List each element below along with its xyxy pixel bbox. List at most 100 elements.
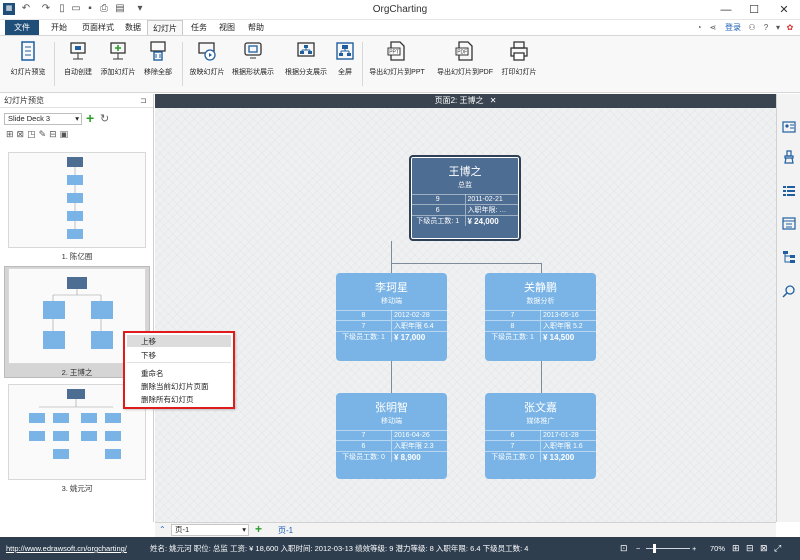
card-field: 2017-01-28: [540, 430, 596, 441]
panel-tool-icons[interactable]: ⊞⊠◳✎⊟▣: [6, 129, 71, 140]
org-card-root[interactable]: 王博之 总监 9 2011-02-21 6 入职年限: … 下级员工数: 1 ¥ 24…: [409, 155, 521, 241]
tab-file[interactable]: 文件: [5, 20, 39, 35]
minimize-button[interactable]: —: [712, 0, 740, 20]
refresh-icon[interactable]: ↻: [100, 112, 109, 125]
website-link[interactable]: http://www.edrawsoft.cn/orgcharting/: [6, 537, 127, 560]
fit-window-icon[interactable]: ⊟: [746, 537, 754, 560]
print-slides-button[interactable]: 打印幻灯片: [498, 40, 540, 77]
org-card-1[interactable]: 李珂星 移动端 8 2012-02-28 7 入职年限 6.4 下级员工数: 1 ¥ …: [336, 273, 447, 361]
zoom-out-icon[interactable]: −: [636, 537, 640, 560]
card-field: 6: [485, 430, 541, 441]
expand-icon[interactable]: ⤢: [774, 537, 781, 560]
tab-help[interactable]: 帮助: [242, 20, 270, 35]
tab-home[interactable]: 开始: [44, 20, 74, 35]
fit-width-icon[interactable]: ⊞: [732, 537, 740, 560]
export-ppt-icon: PPT: [387, 41, 405, 61]
add-icon[interactable]: +: [86, 110, 94, 126]
export-ppt-button[interactable]: PPT 导出幻灯片到PPT: [364, 40, 430, 77]
remove-all-button[interactable]: 移除全部: [138, 40, 178, 77]
card-field: 下级员工数: 0: [336, 451, 392, 462]
zoom-in-icon[interactable]: +: [692, 537, 696, 560]
share-icon[interactable]: ⋖: [706, 20, 720, 35]
user-icon[interactable]: ⚇: [744, 20, 760, 35]
slide-label-3: 3. 姚元河: [61, 484, 93, 493]
status-bar: http://www.edrawsoft.cn/orgcharting/ 姓名:…: [0, 537, 800, 560]
ribbon-divider: [54, 42, 55, 86]
fullscreen-button[interactable]: 全屏: [332, 40, 358, 77]
card-salary: ¥ 24,000: [465, 215, 519, 226]
list-icon[interactable]: [782, 184, 796, 198]
tab-page-style[interactable]: 页面样式: [76, 20, 120, 35]
show-by-shape-button[interactable]: 根据形状展示: [228, 40, 278, 77]
maximize-button[interactable]: ☐: [740, 0, 768, 20]
slide-preview-label: 幻灯片预览: [10, 69, 46, 76]
menu-item-rename[interactable]: 重命名: [141, 368, 164, 379]
help-icon[interactable]: ?: [760, 20, 772, 35]
ribbon-toolbar: 幻灯片预览 自动创建 添加幻灯片 移除全部 放映幻灯片 根据形状展示 根据分支展…: [0, 35, 800, 93]
auto-create-button[interactable]: 自动创建: [58, 40, 98, 77]
slide-preview-button[interactable]: 幻灯片预览: [6, 40, 50, 77]
slide-thumbnail-1[interactable]: [8, 152, 146, 248]
card-field: 下级员工数: 0: [485, 451, 541, 462]
add-page-icon[interactable]: +: [255, 522, 262, 536]
card-field: 入职年限 5.2: [540, 320, 596, 332]
notification-icon[interactable]: ◔: [692, 20, 706, 35]
search-icon[interactable]: [782, 284, 796, 298]
menu-divider: [127, 362, 231, 363]
ribbon-divider: [362, 42, 363, 86]
page-tab[interactable]: 页-1: [278, 525, 293, 536]
tab-task[interactable]: 任务: [186, 20, 212, 35]
export-pdf-button[interactable]: PDF 导出幻灯片到PDF: [432, 40, 498, 77]
profile-card-icon[interactable]: [782, 120, 796, 134]
tab-slides[interactable]: 幻灯片: [147, 20, 183, 36]
zoom-level[interactable]: 70%: [710, 537, 725, 560]
card-field: 入职年限: …: [465, 204, 519, 216]
connector-line: [391, 361, 392, 393]
dropdown-icon[interactable]: ▾: [772, 20, 784, 35]
connector-line: [391, 263, 392, 273]
full-page-icon[interactable]: ⊠: [760, 537, 768, 560]
remove-all-label: 移除全部: [144, 69, 172, 76]
tab-view[interactable]: 视图: [214, 20, 240, 35]
card-field: 9: [411, 194, 466, 205]
page-select[interactable]: 页-1 ▾: [171, 524, 249, 536]
title-bar: ▦ ↶ ↷ ▯ ▭ ▪ ⎙ ▤ ▾ OrgCharting — ☐ ✕: [0, 0, 800, 20]
pin-icon[interactable]: ⊐: [140, 94, 147, 108]
theme-icon[interactable]: ✿: [784, 20, 796, 35]
play-slides-button[interactable]: 放映幻灯片: [186, 40, 228, 77]
show-by-branch-button[interactable]: 根据分支展示: [280, 40, 332, 77]
menu-item-delete-current[interactable]: 删除当前幻灯片页面: [141, 381, 209, 392]
login-link[interactable]: 登录: [722, 20, 744, 35]
canvas-tab[interactable]: 页面2: 王博之 ✕: [155, 94, 776, 108]
fit-page-icon[interactable]: ⊡: [620, 537, 628, 560]
org-card-3[interactable]: 张明智 移动端 7 2016-04-26 6 入职年限 2.3 下级员工数: 0 ¥ …: [336, 393, 447, 479]
right-sidebar: [776, 94, 800, 522]
play-slides-label: 放映幻灯片: [189, 69, 225, 76]
app-title: OrgCharting: [372, 4, 428, 15]
hierarchy-icon[interactable]: [782, 250, 796, 264]
add-slide-icon: [110, 42, 126, 60]
drawing-canvas[interactable]: 王博之 总监 9 2011-02-21 6 入职年限: … 下级员工数: 1 ¥ 24…: [155, 108, 776, 522]
close-tab-icon[interactable]: ✕: [490, 96, 497, 105]
tab-data[interactable]: 数据: [120, 20, 146, 35]
add-slide-button[interactable]: 添加幻灯片: [98, 40, 138, 77]
calendar-icon[interactable]: [782, 216, 796, 230]
print-slides-label: 打印幻灯片: [501, 69, 537, 76]
card-field: 7: [485, 440, 541, 452]
deck-select[interactable]: Slide Deck 3 ▾: [4, 113, 82, 125]
menu-item-delete-all[interactable]: 删除所有幻灯页: [141, 394, 194, 405]
card-field: 6: [336, 440, 392, 452]
card-fields: 7 2013-05-16 8 入职年限 5.2 下级员工数: 1 ¥ 14,500: [485, 310, 596, 342]
auto-create-label: 自动创建: [64, 69, 92, 76]
brush-icon[interactable]: [782, 150, 796, 164]
chevron-up-icon[interactable]: ⌃: [159, 525, 166, 534]
export-pdf-label: 导出幻灯片到PDF: [437, 69, 493, 76]
menu-item-move-up[interactable]: 上移: [141, 336, 156, 347]
ribbon-divider: [182, 42, 183, 86]
connector-line: [391, 241, 392, 263]
close-button[interactable]: ✕: [770, 0, 798, 20]
org-card-4[interactable]: 张文嘉 媒体推广 6 2017-01-28 7 入职年限 1.6 下级员工数: 0 ¥…: [485, 393, 596, 479]
org-card-2[interactable]: 关静鹏 数据分析 7 2013-05-16 8 入职年限 5.2 下级员工数: 1 ¥…: [485, 273, 596, 361]
menu-item-move-down[interactable]: 下移: [141, 350, 156, 361]
zoom-slider-thumb[interactable]: [653, 544, 656, 553]
